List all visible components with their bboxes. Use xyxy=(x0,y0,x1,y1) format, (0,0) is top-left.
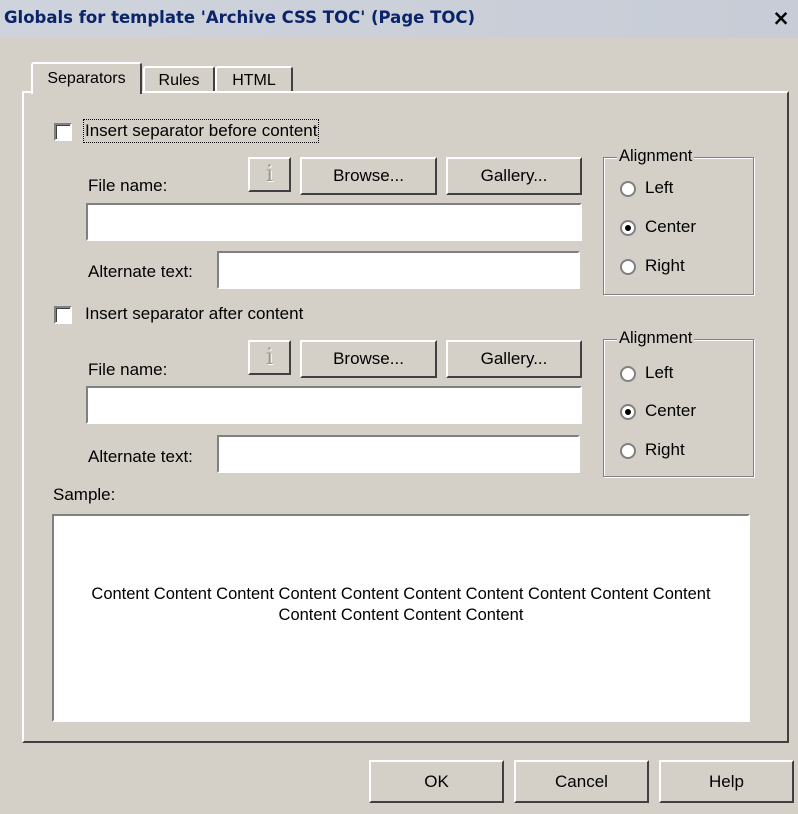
before-browse-label: Browse... xyxy=(333,166,404,185)
after-align-left-label[interactable]: Left xyxy=(645,363,673,383)
after-align-right-label[interactable]: Right xyxy=(645,440,685,460)
sample-preview: Content Content Content Content Content … xyxy=(52,514,750,722)
after-alt-text-input[interactable] xyxy=(217,435,580,473)
before-alt-text-label: Alternate text: xyxy=(88,262,193,281)
after-align-right-radio[interactable] xyxy=(620,443,636,459)
before-gallery-button[interactable]: Gallery... xyxy=(446,157,582,195)
before-align-left-radio[interactable] xyxy=(620,181,636,197)
after-align-center-label[interactable]: Center xyxy=(645,401,696,421)
insert-before-checkbox[interactable] xyxy=(54,123,72,141)
after-gallery-label: Gallery... xyxy=(480,349,548,368)
after-align-left-radio[interactable] xyxy=(620,366,636,382)
after-browse-button[interactable]: Browse... xyxy=(300,340,437,378)
help-button[interactable]: Help xyxy=(659,760,794,803)
after-file-name-input[interactable] xyxy=(86,386,582,424)
info-icon: i xyxy=(265,162,274,187)
after-align-center-radio[interactable] xyxy=(620,404,636,420)
info-icon: i xyxy=(265,345,274,370)
insert-after-checkbox[interactable] xyxy=(54,306,72,324)
ok-label: OK xyxy=(424,772,449,791)
sample-text: Content Content Content Content Content … xyxy=(91,585,711,624)
before-alt-text-input[interactable] xyxy=(217,251,580,289)
before-file-name-label: File name: xyxy=(88,176,168,195)
after-gallery-button[interactable]: Gallery... xyxy=(446,340,582,378)
insert-after-label[interactable]: Insert separator after content xyxy=(85,304,303,324)
after-info-button[interactable]: i xyxy=(248,340,291,375)
sample-label: Sample: xyxy=(53,485,116,504)
after-browse-label: Browse... xyxy=(333,349,404,368)
after-file-name-label: File name: xyxy=(88,360,168,379)
before-align-left-label[interactable]: Left xyxy=(645,178,673,198)
before-info-button[interactable]: i xyxy=(248,157,291,192)
before-align-right-label[interactable]: Right xyxy=(645,256,685,276)
after-alt-text-label: Alternate text: xyxy=(88,447,193,466)
before-browse-button[interactable]: Browse... xyxy=(300,157,437,195)
after-alignment-title: Alignment xyxy=(617,329,695,348)
before-gallery-label: Gallery... xyxy=(480,166,548,185)
insert-before-label[interactable]: Insert separator before content xyxy=(82,119,320,143)
cancel-label: Cancel xyxy=(555,772,608,791)
before-align-right-radio[interactable] xyxy=(620,259,636,275)
before-align-center-label[interactable]: Center xyxy=(645,217,696,237)
before-alignment-title: Alignment xyxy=(617,147,695,166)
globals-dialog: Globals for template 'Archive CSS TOC' (… xyxy=(0,0,798,814)
help-label: Help xyxy=(709,772,744,791)
cancel-button[interactable]: Cancel xyxy=(514,760,649,803)
before-file-name-input[interactable] xyxy=(86,203,582,241)
ok-button[interactable]: OK xyxy=(369,760,504,803)
panel-content: Insert separator before content File nam… xyxy=(0,0,798,814)
before-align-center-radio[interactable] xyxy=(620,220,636,236)
